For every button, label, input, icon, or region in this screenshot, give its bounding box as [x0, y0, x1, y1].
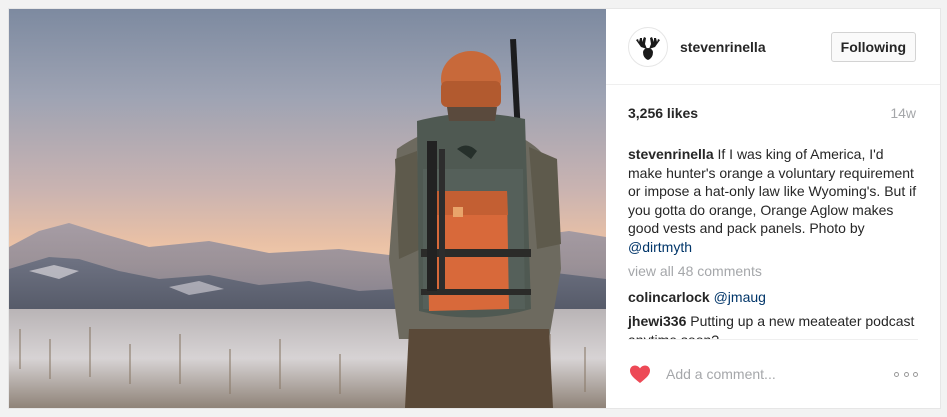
- view-all-comments-link[interactable]: view all 48 comments: [628, 262, 918, 281]
- post-header: stevenrinella Following: [606, 9, 940, 85]
- post-sidebar: stevenrinella Following 3,256 likes 14w …: [606, 9, 940, 408]
- caption-username[interactable]: stevenrinella: [628, 146, 714, 162]
- post-meta: 3,256 likes 14w: [606, 85, 940, 141]
- caption: stevenrinella If I was king of America, …: [628, 145, 918, 256]
- avatar[interactable]: [628, 26, 668, 67]
- likes-count[interactable]: 3,256 likes: [628, 105, 698, 121]
- more-options-icon[interactable]: [894, 369, 918, 379]
- time-ago[interactable]: 14w: [890, 105, 916, 121]
- following-button[interactable]: Following: [830, 31, 916, 62]
- comment-mention[interactable]: @jmaug: [714, 289, 766, 305]
- post-photo[interactable]: [9, 9, 606, 408]
- comment-username[interactable]: colincarlock: [628, 289, 710, 305]
- caption-mention[interactable]: @dirtmyth: [628, 239, 692, 255]
- comment-bar: [628, 339, 918, 408]
- dot-icon: [903, 371, 909, 377]
- comment-item: jhewi336 Putting up a new meateater podc…: [628, 312, 918, 339]
- dot-icon: [894, 371, 899, 377]
- post-card: stevenrinella Following 3,256 likes 14w …: [8, 8, 941, 409]
- heart-icon[interactable]: [628, 362, 652, 386]
- comment-username[interactable]: jhewi336: [628, 313, 686, 329]
- comment-item: colincarlock @jmaug: [628, 288, 918, 307]
- hunter-photo-illustration: [9, 38, 606, 408]
- dot-icon: [913, 371, 918, 377]
- add-comment-input[interactable]: [664, 365, 894, 383]
- username[interactable]: stevenrinella: [680, 39, 831, 55]
- comments-section: stevenrinella If I was king of America, …: [606, 141, 940, 339]
- moose-logo-icon: [636, 36, 660, 60]
